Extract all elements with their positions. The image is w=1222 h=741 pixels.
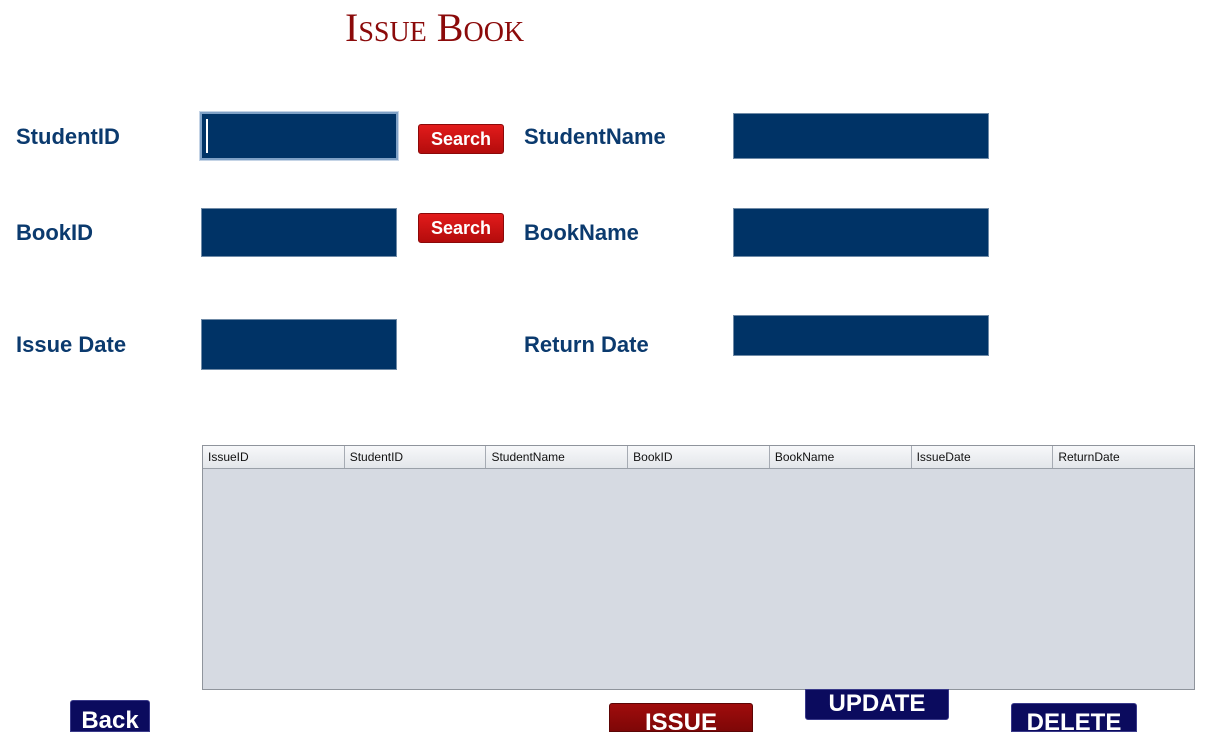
text-caret (206, 119, 208, 153)
book-id-label: BookID (16, 220, 93, 245)
table-body[interactable] (203, 469, 1194, 690)
book-id-field[interactable] (201, 208, 397, 257)
issue-date-label: Issue Date (16, 332, 127, 357)
page-title: Issue Book (345, 5, 525, 50)
delete-button[interactable]: DELETE (1011, 703, 1137, 736)
book-name-label: BookName (524, 220, 639, 245)
issued-books-table[interactable]: IssueID StudentID StudentName BookID Boo… (202, 445, 1195, 690)
student-name-label: StudentName (524, 124, 666, 149)
issue-button[interactable]: ISSUE (609, 703, 753, 736)
back-button[interactable]: Back (70, 700, 150, 734)
column-header-student-id[interactable]: StudentID (345, 446, 487, 468)
column-header-book-name[interactable]: BookName (770, 446, 912, 468)
return-date-label: Return Date (524, 332, 649, 357)
update-button[interactable]: UPDATE (805, 689, 949, 720)
column-header-issue-date[interactable]: IssueDate (912, 446, 1054, 468)
issue-date-field[interactable] (201, 319, 397, 370)
table-header: IssueID StudentID StudentName BookID Boo… (203, 446, 1194, 469)
book-name-field[interactable] (733, 208, 989, 257)
column-header-issue-id[interactable]: IssueID (203, 446, 345, 468)
student-id-label: StudentID (16, 124, 120, 149)
student-id-field[interactable] (200, 112, 398, 160)
column-header-book-id[interactable]: BookID (628, 446, 770, 468)
return-date-field[interactable] (733, 315, 989, 356)
student-name-field[interactable] (733, 113, 989, 159)
column-header-student-name[interactable]: StudentName (486, 446, 629, 468)
search-student-button[interactable]: Search (418, 124, 504, 154)
search-book-button[interactable]: Search (418, 213, 504, 243)
column-header-return-date[interactable]: ReturnDate (1053, 446, 1194, 468)
